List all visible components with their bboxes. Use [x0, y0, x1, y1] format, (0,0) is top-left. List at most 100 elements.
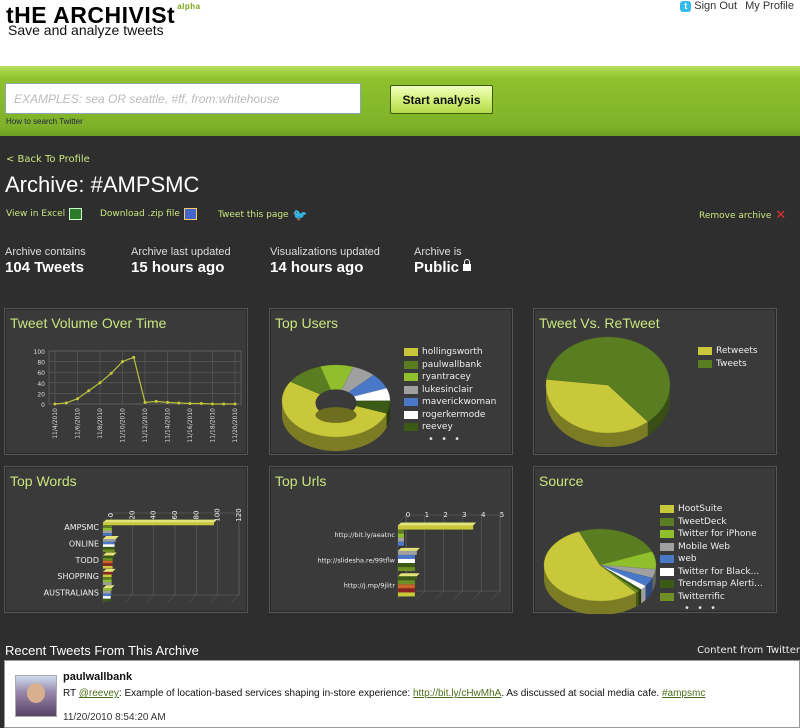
- legend-label: Retweets: [716, 346, 758, 357]
- x-tick-label: 1: [425, 511, 429, 519]
- x-tick-label: 11/14/2010: [165, 408, 172, 443]
- how-to-search-link[interactable]: How to search Twitter: [6, 117, 83, 126]
- tagline: Save and analyze tweets: [8, 22, 164, 38]
- stat-archive-contains: Archive contains 104 Tweets: [5, 246, 86, 276]
- panel-top-words: Top Words 0 20 40 60 80 100 120 AMPSMC ONLINE TOD…: [4, 466, 248, 613]
- tweet-username[interactable]: paulwallbank: [63, 671, 132, 683]
- twitter-icon: t: [680, 1, 692, 12]
- bar-segment: [103, 541, 115, 545]
- bar-segment: [103, 544, 115, 547]
- tweet-this-page-link[interactable]: Tweet this page 🐦: [218, 208, 308, 222]
- x-tick-label: 2: [443, 511, 447, 519]
- data-point: [143, 400, 147, 404]
- sign-out-link[interactable]: t Sign Out: [680, 0, 737, 12]
- start-analysis-button[interactable]: Start analysis: [390, 85, 493, 114]
- panel-tweet-vs-retweet: Tweet Vs. ReTweet Retweets Tweets: [533, 308, 777, 455]
- gridline: [491, 590, 501, 600]
- legend-swatch: [404, 410, 418, 419]
- view-in-excel-link[interactable]: View in Excel: [6, 208, 83, 220]
- data-point: [87, 389, 91, 393]
- bar-segment: [103, 560, 113, 564]
- legend-item: HootSuite: [660, 503, 763, 516]
- tweet-volume-chart: 0 20 40 60 80 100 11/4/2010 11/6/2010 11/8/2010 1…: [34, 349, 242, 443]
- legend-swatch: [660, 505, 674, 514]
- tweet-item: paulwallbank RT @reevey: Example of loca…: [4, 660, 800, 728]
- donut-inner-wall: [315, 407, 357, 423]
- page-title: Archive: #AMPSMC: [5, 172, 200, 197]
- data-point: [222, 402, 226, 406]
- mention-link[interactable]: @reevey: [79, 688, 119, 699]
- x-tick-label: 11/12/2010: [142, 408, 149, 443]
- data-point: [166, 400, 169, 404]
- bar-top: [398, 522, 477, 526]
- recent-tweets-title: Recent Tweets From This Archive: [5, 643, 199, 658]
- hashtag-link[interactable]: #ampsmc: [662, 688, 705, 699]
- gridline: [473, 590, 482, 600]
- back-to-profile-link[interactable]: < Back To Profile: [6, 154, 90, 165]
- panel-top-urls: Top Urls 0 1 2 3 4 5 http://bit.ly/aeatnc http:…: [269, 466, 513, 613]
- x-tick-label: 0: [107, 513, 115, 517]
- category-label: TODD: [74, 556, 99, 565]
- x-tick-label: 11/20/2010: [232, 408, 239, 443]
- y-tick-label: 40: [37, 381, 45, 388]
- bar-segment: [103, 533, 112, 536]
- top-nav: t Sign Out My Profile: [680, 0, 794, 12]
- bar-segment: [103, 565, 113, 569]
- tweet-url-link[interactable]: http://bit.ly/cHwMhA: [413, 688, 501, 699]
- gridline: [124, 594, 133, 604]
- top-users-legend: hollingsworth paulwallbank ryantracey lukes…: [404, 346, 496, 445]
- x-tick-label: 11/6/2010: [75, 408, 82, 439]
- bar-segment: [103, 558, 113, 561]
- y-tick-label: 100: [34, 349, 46, 356]
- download-zip-link[interactable]: Download .zip file: [100, 208, 197, 220]
- legend-swatch: [660, 567, 674, 576]
- bar-segment: [398, 541, 405, 546]
- lock-icon: [463, 259, 472, 271]
- legend-more-icon[interactable]: • • •: [660, 603, 763, 614]
- legend-swatch: [404, 398, 418, 407]
- legend-swatch: [698, 359, 712, 368]
- bar-segment: [103, 571, 113, 575]
- legend-more-icon[interactable]: • • •: [404, 434, 496, 445]
- close-icon: ✕: [775, 208, 787, 223]
- x-tick-label: 5: [500, 511, 504, 519]
- stat-visualizations-updated: Visualizations updated 14 hours ago: [270, 246, 380, 276]
- gridline: [209, 594, 218, 604]
- legend-item: ryantracey: [404, 371, 496, 384]
- legend-swatch: [404, 373, 418, 382]
- bar-segment: [103, 577, 112, 580]
- retweet-legend: Retweets Tweets: [698, 345, 758, 370]
- gridline: [145, 594, 154, 604]
- bird-icon: 🐦: [292, 208, 308, 222]
- bar-segment: [398, 563, 415, 568]
- legend-item: web: [660, 553, 763, 566]
- bar-segment: [398, 558, 415, 564]
- data-point: [121, 360, 124, 364]
- legend-item: Twitter for Black...: [660, 566, 763, 579]
- panel-top-users: Top Users hollingsworth paulwallbank ryant…: [269, 308, 513, 455]
- legend-swatch: [660, 517, 674, 526]
- bar-segment: [103, 563, 113, 566]
- avatar[interactable]: [15, 675, 57, 717]
- remove-archive-link[interactable]: Remove archive ✕: [699, 208, 786, 223]
- archive-actions: View in Excel Download .zip file Tweet t…: [6, 206, 796, 224]
- bar-segment: [103, 530, 112, 534]
- bar-segment: [103, 596, 111, 599]
- legend-label: Trendsmap Alerti...: [678, 579, 763, 590]
- legend-item: TweetDeck: [660, 516, 763, 529]
- x-tick-label: 4: [481, 511, 486, 519]
- data-point: [211, 402, 214, 406]
- bar-segment: [398, 529, 405, 534]
- legend-item: Trendsmap Alerti...: [660, 578, 763, 591]
- bar-segment: [103, 582, 112, 585]
- x-tick-label: 20: [128, 511, 136, 520]
- legend-item: Twitter for iPhone: [660, 528, 763, 541]
- bar-segment: [103, 593, 111, 597]
- search-input[interactable]: [5, 83, 361, 114]
- legend-label: maverickwoman: [422, 397, 497, 408]
- bar-segment: [103, 539, 116, 542]
- stat-archive-is: Archive is Public: [414, 246, 472, 276]
- legend-label: Twitter for Black...: [678, 566, 760, 577]
- my-profile-link[interactable]: My Profile: [745, 0, 794, 12]
- stat-last-updated: Archive last updated 15 hours ago: [131, 246, 231, 276]
